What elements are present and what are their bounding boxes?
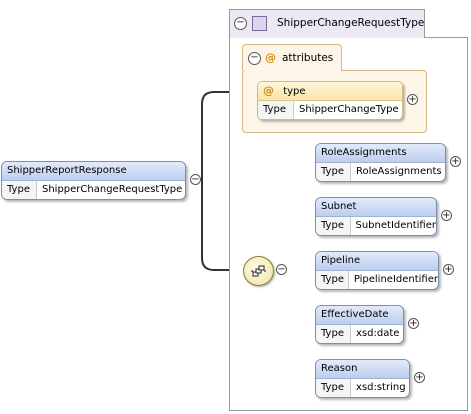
attribute-name-row: @ type [258,82,402,101]
attribute-at-icon: @ [263,84,274,97]
root-element-box[interactable]: ShipperReportResponse Type ShipperChange… [1,161,186,200]
element-name: Pipeline [316,252,438,271]
root-type-value: ShipperChangeRequestType [42,184,183,195]
element-type-label: Type [316,217,351,235]
attribute-at-icon: @ [265,51,276,64]
element-type-label: Type [316,163,351,181]
complex-type-title: ShipperChangeRequestType [277,17,425,29]
element-type-value: xsd:date [356,328,400,339]
complex-type-collapse-toggle[interactable]: − [234,17,247,30]
sequence-collapse-toggle[interactable]: − [276,264,287,275]
attribute-type-box[interactable]: @ type Type ShipperChangeType [257,81,403,120]
element-expand-toggle-effectivedate[interactable]: + [408,318,419,329]
attribute-name: type [283,86,306,97]
attribute-type-value: ShipperChangeType [299,104,399,115]
element-name: Subnet [316,198,436,217]
element-expand-toggle-reason[interactable]: + [414,372,425,383]
attributes-group-header: − @ attributes [242,44,342,71]
element-box-pipeline[interactable]: Pipeline Type PipelineIdentifier [315,251,439,290]
element-expand-toggle-pipeline[interactable]: + [443,264,454,275]
sequence-compositor[interactable] [243,256,274,286]
element-type-label: Type [316,271,349,289]
element-box-effectivedate[interactable]: EffectiveDate Type xsd:date [315,305,404,344]
element-box-reason[interactable]: Reason Type xsd:string [315,359,410,398]
root-collapse-toggle[interactable]: − [190,174,201,185]
attributes-title: attributes [282,52,334,64]
attributes-collapse-toggle[interactable]: − [248,52,261,65]
root-element-name: ShipperReportResponse [2,162,185,181]
element-type-value: PipelineIdentifier [353,274,438,285]
attribute-expand-toggle[interactable]: + [407,94,418,105]
element-type-value: SubnetIdentifier [355,220,437,231]
element-expand-toggle-subnet[interactable]: + [441,210,452,221]
element-type-value: xsd:string [356,382,406,393]
element-name: RoleAssignments [316,144,445,163]
element-type-label: Type [316,325,351,343]
element-box-subnet[interactable]: Subnet Type SubnetIdentifier [315,197,437,236]
element-expand-toggle-roleassignments[interactable]: + [450,156,461,167]
element-name: EffectiveDate [316,306,403,325]
element-type-label: Type [316,379,351,397]
attribute-type-label: Type [258,101,294,119]
element-type-value: RoleAssignments [356,166,442,177]
sequence-icon [251,265,266,277]
element-name: Reason [316,360,409,379]
root-type-label: Type [2,181,37,199]
complex-type-header: − ShipperChangeRequestType [229,9,425,38]
element-box-roleassignments[interactable]: RoleAssignments Type RoleAssignments [315,143,446,182]
complex-type-icon [252,16,267,31]
